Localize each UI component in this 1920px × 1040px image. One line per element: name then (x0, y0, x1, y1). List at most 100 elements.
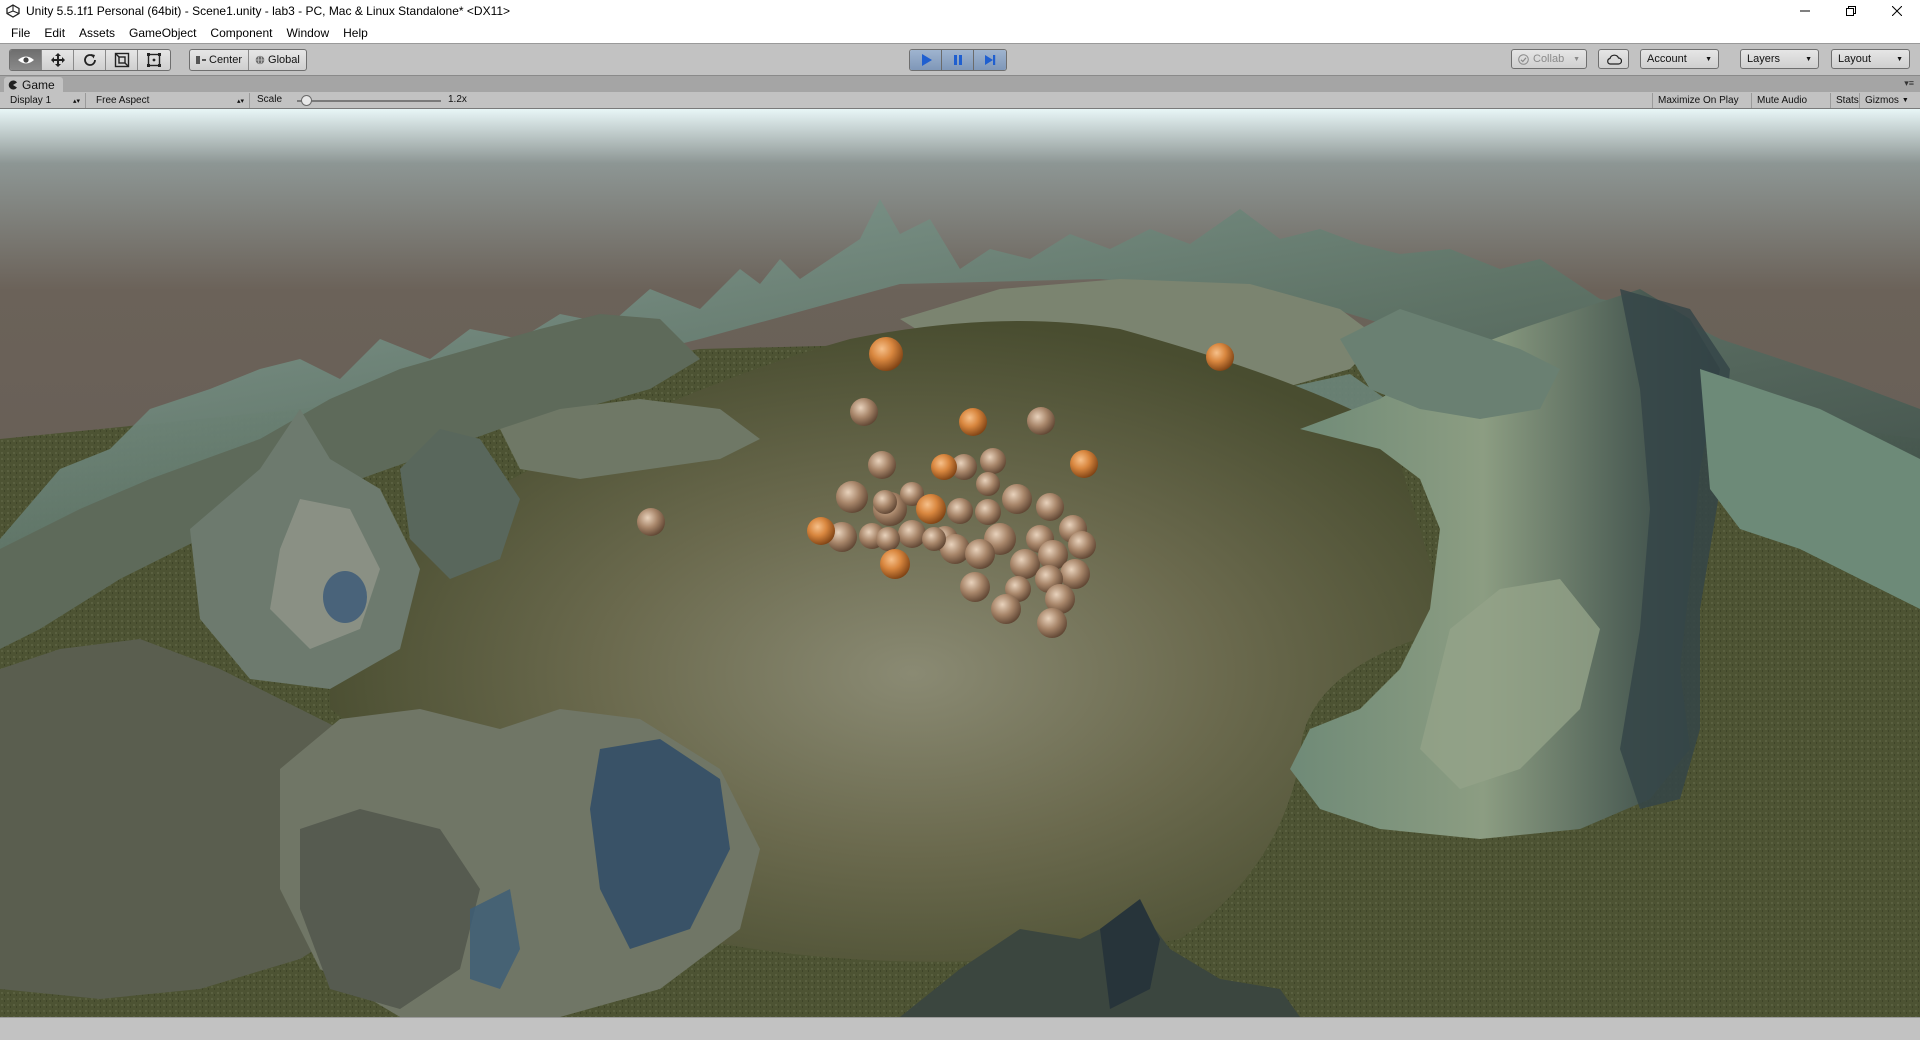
menu-file[interactable]: File (4, 26, 37, 40)
minimize-button[interactable] (1782, 0, 1828, 22)
rock-sphere (1037, 608, 1067, 638)
rock-sphere (1027, 407, 1055, 435)
menu-gameobject[interactable]: GameObject (122, 26, 203, 40)
title-bar: Unity 5.5.1f1 Personal (64bit) - Scene1.… (0, 0, 1920, 22)
status-bar (0, 1017, 1920, 1040)
gizmos-dropdown[interactable]: Gizmos ▼ (1859, 93, 1920, 108)
rock-sphere (850, 398, 878, 426)
pivot-toggles: Center Global (189, 49, 307, 71)
menu-help[interactable]: Help (336, 26, 375, 40)
main-toolbar: Center Global Collab ▼ Account ▼ Layers … (0, 43, 1920, 76)
scale-icon (114, 52, 129, 68)
rock-sphere (868, 451, 896, 479)
mute-audio-label: Mute Audio (1757, 95, 1808, 106)
tab-game[interactable]: Game (4, 77, 63, 92)
orange-sphere (1206, 343, 1234, 371)
move-tool-button[interactable] (42, 50, 74, 70)
scale-label: Scale (257, 94, 283, 105)
chevron-updown-icon: ▴▾ (236, 97, 244, 105)
eye-icon (17, 56, 34, 64)
close-button[interactable] (1874, 0, 1920, 22)
cloud-icon (1606, 54, 1622, 65)
cloud-button[interactable] (1598, 49, 1629, 69)
rock-sphere (980, 448, 1006, 474)
scale-tool-button[interactable] (106, 50, 138, 70)
display-label: Display 1 (10, 95, 52, 106)
minimize-icon (1800, 10, 1810, 12)
menu-bar: File Edit Assets GameObject Component Wi… (0, 22, 1920, 43)
rock-sphere (898, 520, 926, 548)
rect-tool-button[interactable] (138, 50, 170, 70)
close-icon (1892, 6, 1902, 16)
move-arrows-icon (50, 53, 65, 67)
menu-window[interactable]: Window (279, 26, 336, 40)
rotate-icon (83, 54, 96, 66)
aspect-label: Free Aspect (96, 95, 150, 106)
rotate-tool-button[interactable] (74, 50, 106, 70)
layers-dropdown[interactable]: Layers ▼ (1740, 49, 1819, 69)
restore-button[interactable] (1828, 0, 1874, 22)
pivot-mode-label: Center (209, 54, 243, 66)
game-view-controls: Display 1 ▴▾ Free Aspect ▴▾ Scale 1.2x M… (0, 92, 1920, 109)
rock-sphere (1002, 484, 1032, 514)
menu-edit[interactable]: Edit (37, 26, 72, 40)
pause-button[interactable] (942, 50, 974, 70)
globe-icon (255, 55, 265, 65)
chevron-down-icon: ▼ (1901, 97, 1909, 104)
chevron-down-icon: ▼ (1573, 55, 1580, 63)
layout-label: Layout (1838, 53, 1872, 65)
rock-sphere (1068, 531, 1096, 559)
account-label: Account (1647, 53, 1687, 65)
rock-sphere (1060, 559, 1090, 589)
pivot-rotation-toggle[interactable]: Global (249, 50, 306, 70)
maximize-on-play-toggle[interactable]: Maximize On Play (1652, 93, 1744, 108)
orange-sphere (931, 454, 957, 480)
menu-assets[interactable]: Assets (72, 26, 122, 40)
transform-tools (9, 49, 171, 71)
terrain-scene-image (0, 109, 1920, 1017)
chevron-down-icon: ▼ (1896, 55, 1903, 63)
tab-menu-icon[interactable]: ▾≡ (1904, 78, 1914, 89)
rock-sphere (965, 539, 995, 569)
gizmos-label: Gizmos (1865, 95, 1899, 106)
display-dropdown[interactable]: Display 1 ▴▾ (4, 93, 86, 108)
chevron-updown-icon: ▴▾ (72, 97, 80, 105)
orange-sphere (1070, 450, 1098, 478)
orange-sphere (807, 517, 835, 545)
pivot-mode-toggle[interactable]: Center (190, 50, 250, 70)
rock-sphere (637, 508, 665, 536)
game-viewport[interactable] (0, 109, 1920, 1017)
play-icon (921, 54, 932, 66)
rock-sphere (960, 572, 990, 602)
rock-sphere (947, 498, 973, 524)
collab-dropdown[interactable]: Collab ▼ (1511, 49, 1587, 69)
restore-icon (1846, 6, 1856, 16)
scale-slider-thumb[interactable] (300, 95, 312, 106)
maximize-on-play-label: Maximize On Play (1658, 95, 1739, 106)
pacman-icon (8, 80, 17, 89)
rock-sphere (836, 481, 868, 513)
layout-dropdown[interactable]: Layout ▼ (1831, 49, 1910, 69)
play-controls (909, 49, 1007, 71)
stats-label: Stats (1836, 95, 1859, 106)
rock-sphere (1036, 493, 1064, 521)
step-button[interactable] (974, 50, 1006, 70)
rect-transform-icon (147, 53, 161, 67)
account-dropdown[interactable]: Account ▼ (1640, 49, 1719, 69)
scale-value: 1.2x (448, 94, 467, 105)
pivot-rotation-label: Global (268, 54, 300, 66)
window-title: Unity 5.5.1f1 Personal (64bit) - Scene1.… (26, 4, 511, 18)
scale-slider-track[interactable] (297, 100, 441, 102)
menu-component[interactable]: Component (203, 26, 279, 40)
orange-sphere (959, 408, 987, 436)
rock-sphere (873, 490, 897, 514)
collab-label: Collab (1533, 53, 1565, 65)
play-button[interactable] (910, 50, 942, 70)
hand-tool-button[interactable] (10, 50, 42, 70)
rock-sphere (876, 527, 900, 551)
mute-audio-toggle[interactable]: Mute Audio (1751, 93, 1812, 108)
pivot-center-icon (196, 56, 206, 64)
step-icon (985, 55, 996, 65)
tab-game-label: Game (22, 77, 55, 92)
aspect-dropdown[interactable]: Free Aspect ▴▾ (90, 93, 250, 108)
